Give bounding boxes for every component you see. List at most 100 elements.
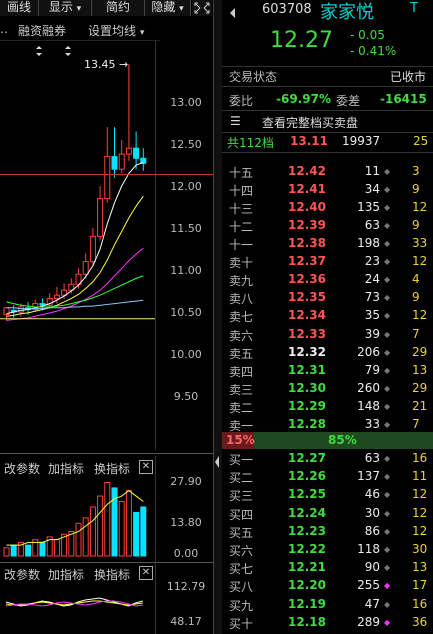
buy-level-volume: 86 bbox=[364, 523, 380, 538]
dot-icon: ◆ bbox=[384, 275, 391, 285]
sell-level-label: 卖四 bbox=[229, 364, 254, 379]
sell-level-volume: 148 bbox=[357, 398, 380, 413]
sell-level-row[interactable]: 十三 12.40 135 ◆ 12 bbox=[222, 199, 433, 217]
sell-level-row[interactable]: 卖十 12.37 23 ◆ 12 bbox=[222, 253, 433, 271]
dot-icon: ◆ bbox=[384, 419, 391, 429]
collapse-arrow-icon[interactable] bbox=[214, 452, 220, 472]
sell-level-row[interactable]: 卖四 12.31 79 ◆ 13 bbox=[222, 362, 433, 380]
sell-level-volume: 35 bbox=[364, 308, 380, 323]
buy-level-row[interactable]: 买七 12.21 90 ◆ 13 bbox=[222, 559, 433, 577]
sell-level-row[interactable]: 卖八 12.35 73 ◆ 9 bbox=[222, 289, 433, 307]
buy-level-orders: 12 bbox=[412, 505, 428, 520]
panel1-close-icon[interactable]: ✕ bbox=[139, 460, 153, 474]
buy-level-row[interactable]: 买四 12.24 30 ◆ 12 bbox=[222, 505, 433, 523]
total-levels-label: 共112档 bbox=[227, 136, 274, 150]
chart-area[interactable]: 画线 显示 ▾ 简约 隐藏 ▾ ‥ 融资融券 设置均线 ▾ 13.00 12.50… bbox=[0, 0, 213, 634]
sell-level-row[interactable]: 卖六 12.33 39 ◆ 7 bbox=[222, 326, 433, 344]
total-levels-extra: 25 bbox=[413, 134, 429, 148]
panel2-close-icon[interactable]: ✕ bbox=[139, 566, 153, 580]
sell-level-volume: 206 bbox=[357, 344, 380, 359]
price-axis-tick: 12.50 bbox=[170, 138, 202, 151]
sell-level-row[interactable]: 卖七 12.34 35 ◆ 12 bbox=[222, 307, 433, 325]
volume-bar bbox=[75, 522, 82, 557]
volume-chart[interactable] bbox=[0, 476, 155, 560]
menu-icon: ☰ bbox=[230, 114, 241, 128]
sell-level-row[interactable]: 十四 12.41 34 ◆ 9 bbox=[222, 181, 433, 199]
buy-level-row[interactable]: 买五 12.23 86 ◆ 12 bbox=[222, 523, 433, 541]
panel2-add-indicator-button[interactable]: 加指标 bbox=[48, 566, 84, 583]
buy-level-label: 买五 bbox=[229, 525, 254, 540]
sell-level-price: 12.39 bbox=[288, 218, 326, 233]
bid-ask-diff-value: -16415 bbox=[380, 92, 427, 106]
candle-body bbox=[133, 147, 140, 159]
sell-level-volume: 23 bbox=[364, 254, 380, 269]
dot-icon: ◆ bbox=[384, 526, 391, 536]
sell-level-orders: 3 bbox=[412, 164, 420, 178]
chevron-down-icon: ▾ bbox=[179, 4, 184, 14]
panel-divider bbox=[0, 453, 213, 454]
buy-level-row[interactable]: 买六 12.22 118 ◆ 30 bbox=[222, 541, 433, 559]
chevron-down-icon: ▾ bbox=[139, 28, 145, 38]
buy-level-volume: 30 bbox=[364, 505, 380, 520]
full-book-button[interactable]: ☰ 查看完整档买卖盘 bbox=[222, 111, 433, 131]
panel1-change-indicator-button[interactable]: 换指标 bbox=[94, 460, 130, 477]
sell-level-row[interactable]: 十五 12.42 11 ◆ 3 bbox=[222, 163, 433, 181]
fullscreen-icon[interactable] bbox=[192, 0, 212, 16]
buy-level-row[interactable]: 买一 12.27 63 ◆ 16 bbox=[222, 450, 433, 468]
buy-level-orders: 12 bbox=[412, 523, 428, 538]
buy-level-label: 买十 bbox=[229, 616, 254, 631]
panel2-change-indicator-button[interactable]: 换指标 bbox=[94, 566, 130, 583]
sell-level-price: 12.37 bbox=[288, 254, 326, 269]
draw-line-button[interactable]: 画线 bbox=[0, 0, 39, 16]
prev-stock-icon[interactable] bbox=[228, 4, 238, 18]
display-label: 显示 bbox=[48, 0, 73, 14]
panel2-modify-params-button[interactable]: 改参数 bbox=[4, 566, 40, 583]
sell-level-row[interactable]: 十二 12.39 63 ◆ 9 bbox=[222, 217, 433, 235]
ma-settings-button[interactable]: 设置均线 ▾ bbox=[88, 22, 144, 39]
sell-level-orders: 9 bbox=[412, 290, 420, 305]
sell-level-row[interactable]: 十一 12.38 198 ◆ 33 bbox=[222, 235, 433, 253]
dot-icon: ◆ bbox=[384, 508, 391, 518]
dot-icon: ◆ bbox=[384, 563, 391, 573]
buy-level-price: 12.22 bbox=[288, 542, 326, 556]
sell-level-row[interactable]: 卖五 12.32 206 ◆ 29 bbox=[222, 344, 433, 362]
panel2-axis-top: 112.79 bbox=[166, 580, 206, 593]
indicator-chart[interactable] bbox=[0, 582, 155, 634]
sell-level-orders: 4 bbox=[412, 272, 420, 287]
buy-level-row[interactable]: 买八 12.20 255 ◆ 17 bbox=[222, 577, 433, 595]
buy-level-row[interactable]: 买三 12.25 46 ◆ 12 bbox=[222, 486, 433, 504]
buy-level-row[interactable]: 买十 12.18 289 ◆ 36 bbox=[222, 614, 433, 632]
panel1-add-indicator-button[interactable]: 加指标 bbox=[48, 460, 84, 477]
sell-level-volume: 24 bbox=[364, 272, 380, 287]
buy-level-row[interactable]: 买二 12.26 137 ◆ 11 bbox=[222, 468, 433, 486]
simple-button[interactable]: 简约 bbox=[92, 0, 145, 16]
sell-level-label: 十三 bbox=[229, 202, 254, 217]
hide-dropdown[interactable]: 隐藏 ▾ bbox=[145, 0, 191, 16]
display-dropdown[interactable]: 显示 ▾ bbox=[39, 0, 92, 16]
sell-level-row[interactable]: 卖九 12.36 24 ◆ 4 bbox=[222, 271, 433, 289]
margin-trading-button[interactable]: 融资融券 bbox=[18, 22, 66, 39]
buy-level-row[interactable]: 买九 12.19 47 ◆ 16 bbox=[222, 596, 433, 614]
panel1-modify-params-button[interactable]: 改参数 bbox=[4, 460, 40, 477]
sell-level-volume: 39 bbox=[364, 326, 380, 341]
panel1-axis-mid: 13.80 bbox=[170, 516, 202, 529]
sell-level-price: 12.36 bbox=[288, 272, 326, 287]
sell-level-label: 卖六 bbox=[229, 328, 254, 343]
buy-level-label: 买二 bbox=[229, 471, 254, 486]
buy-balance-percent: 15% bbox=[226, 433, 255, 447]
total-levels-price: 13.11 bbox=[290, 134, 328, 148]
sell-level-volume: 260 bbox=[357, 380, 380, 395]
sell-level-volume: 33 bbox=[364, 416, 380, 431]
buy-level-price: 12.20 bbox=[288, 578, 326, 593]
sell-level-price: 12.35 bbox=[288, 290, 326, 305]
sell-level-row[interactable]: 卖三 12.30 260 ◆ 29 bbox=[222, 380, 433, 398]
sell-level-label: 卖十 bbox=[229, 256, 254, 271]
price-axis-tick: 9.50 bbox=[173, 390, 199, 403]
volume-bar bbox=[53, 539, 60, 557]
sell-level-row[interactable]: 卖二 12.29 148 ◆ 21 bbox=[222, 398, 433, 416]
previous-close-line bbox=[0, 174, 213, 175]
bid-ask-ratio-value: -69.97% bbox=[276, 92, 331, 106]
dot-icon: ◆ bbox=[384, 617, 391, 627]
buy-level-orders: 13 bbox=[412, 560, 428, 575]
candlestick-chart[interactable] bbox=[0, 40, 155, 450]
